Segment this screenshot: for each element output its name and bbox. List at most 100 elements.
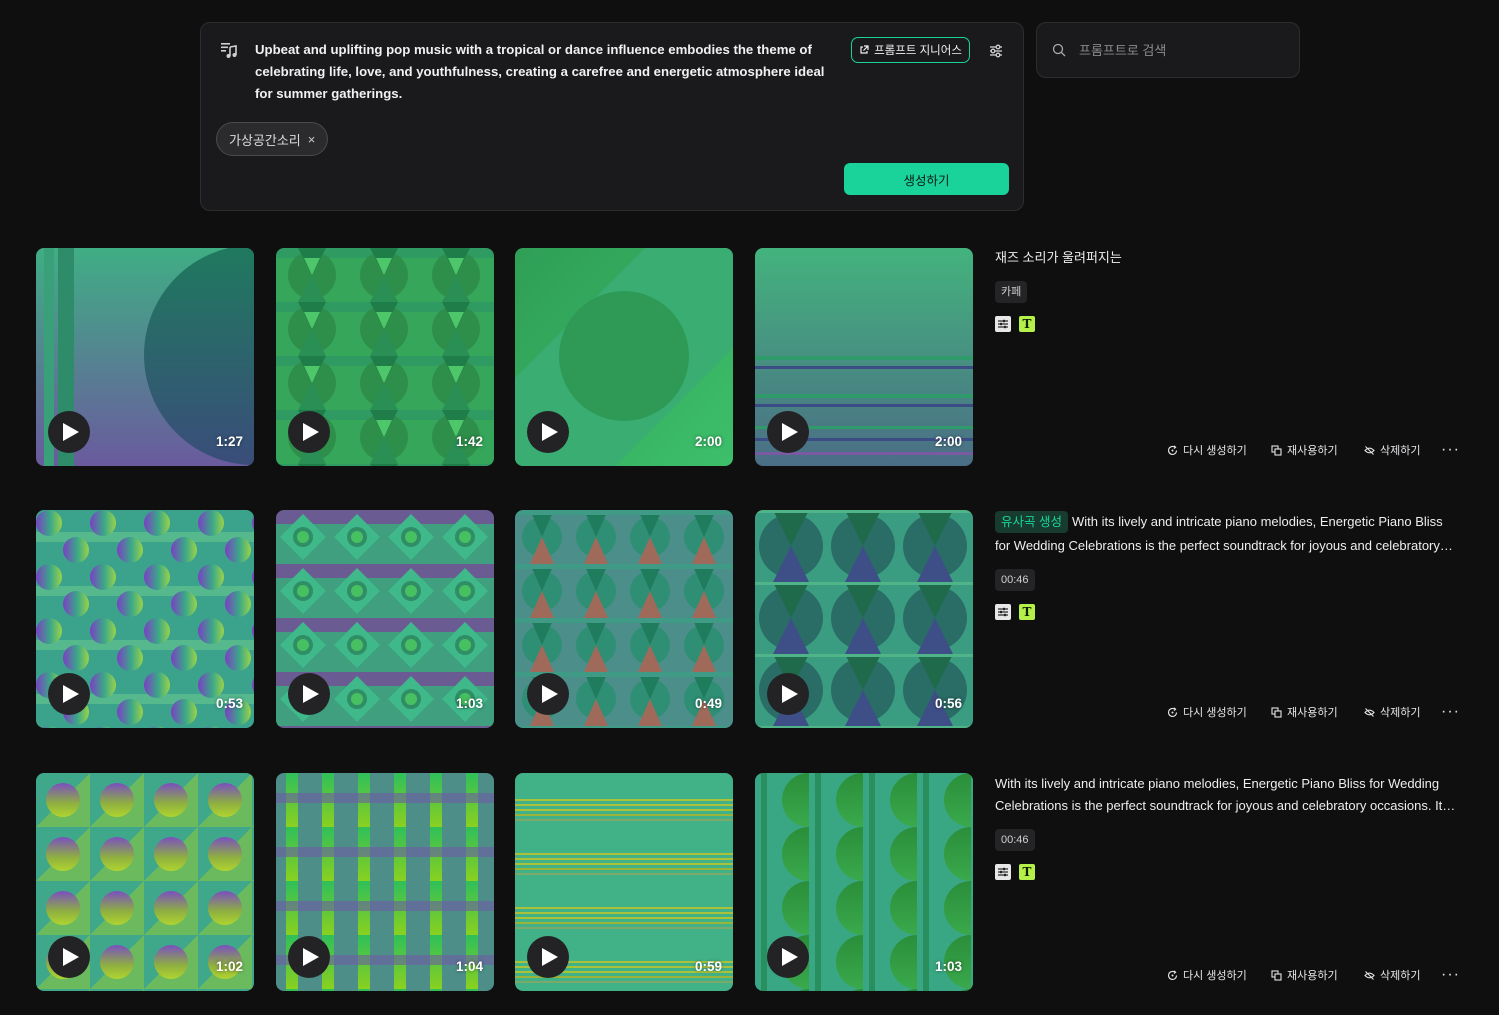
regenerate-label: 다시 생성하기	[1183, 445, 1247, 457]
play-button[interactable]	[48, 673, 90, 715]
track-card[interactable]: 1:02	[36, 773, 254, 991]
play-button[interactable]	[527, 411, 569, 453]
track-card[interactable]: 0:59	[515, 773, 733, 991]
genre-chip: 카페	[995, 281, 1028, 303]
hide-icon	[1364, 707, 1375, 717]
refresh-icon	[1167, 706, 1178, 717]
track-duration: 1:27	[215, 434, 243, 449]
reuse-button[interactable]: 재사용하기	[1271, 704, 1364, 720]
reuse-label: 재사용하기	[1287, 970, 1338, 982]
play-icon	[541, 423, 558, 441]
track-duration: 1:42	[455, 434, 483, 449]
search-icon	[1052, 43, 1066, 57]
regenerate-label: 다시 생성하기	[1183, 970, 1247, 982]
track-duration: 1:03	[934, 959, 962, 974]
mixer-icon[interactable]	[995, 864, 1011, 880]
play-icon	[62, 948, 79, 966]
track-card[interactable]: 1:04	[276, 773, 494, 991]
track-card[interactable]: 2:00	[515, 248, 733, 466]
track-card[interactable]: 1:27	[36, 248, 254, 466]
track-card[interactable]: 1:42	[276, 248, 494, 466]
delete-label: 삭제하기	[1380, 707, 1421, 719]
track-card[interactable]: 2:00	[755, 248, 973, 466]
text-prompt-icon[interactable]: T	[1019, 864, 1035, 880]
track-duration: 1:03	[455, 696, 483, 711]
text-prompt-icon[interactable]: T	[1019, 316, 1035, 332]
delete-label: 삭제하기	[1380, 445, 1421, 457]
more-options-icon[interactable]: ···	[1441, 966, 1460, 984]
more-options-icon[interactable]: ···	[1441, 441, 1460, 459]
description-text: With its lively and intricate piano melo…	[995, 776, 1449, 813]
prompt-search[interactable]	[1036, 22, 1300, 78]
play-button[interactable]	[48, 936, 90, 978]
more-options-icon[interactable]: ···	[1441, 703, 1460, 721]
regenerate-button[interactable]: 다시 생성하기	[1167, 967, 1271, 983]
regenerate-label: 다시 생성하기	[1183, 707, 1247, 719]
play-icon	[781, 685, 798, 703]
result-description: 유사곡 생성 With its lively and intricate pian…	[995, 510, 1461, 558]
result-info: With its lively and intricate piano melo…	[995, 773, 1465, 991]
play-button[interactable]	[527, 936, 569, 978]
mixer-icon[interactable]	[995, 316, 1011, 332]
track-card[interactable]: 0:56	[755, 510, 973, 728]
copy-icon	[1271, 706, 1282, 718]
delete-button[interactable]: 삭제하기	[1364, 442, 1441, 458]
track-card[interactable]: 0:53	[36, 510, 254, 728]
play-button[interactable]	[767, 411, 809, 453]
track-duration: 0:49	[694, 696, 722, 711]
result-actions: 다시 생성하기 재사용하기 삭제하기 ···	[1167, 703, 1460, 721]
external-link-icon	[860, 45, 869, 54]
delete-button[interactable]: 삭제하기	[1364, 704, 1441, 720]
result-info: 재즈 소리가 울려퍼지는 카페 T 다시 생성하기 재사용하기 삭제하기 ···	[995, 248, 1465, 466]
play-button[interactable]	[288, 673, 330, 715]
play-icon	[781, 948, 798, 966]
close-icon[interactable]: ×	[308, 132, 316, 147]
prompt-genius-button[interactable]: 프롬프트 지니어스	[851, 37, 970, 63]
length-chip: 00:46	[995, 829, 1035, 851]
prompt-genius-label: 프롬프트 지니어스	[874, 45, 962, 57]
regenerate-button[interactable]: 다시 생성하기	[1167, 442, 1271, 458]
reuse-button[interactable]: 재사용하기	[1271, 442, 1364, 458]
result-description: With its lively and intricate piano melo…	[995, 773, 1461, 817]
play-button[interactable]	[767, 936, 809, 978]
result-info: 유사곡 생성 With its lively and intricate pian…	[995, 510, 1465, 728]
delete-button[interactable]: 삭제하기	[1364, 967, 1441, 983]
text-prompt-icon[interactable]: T	[1019, 604, 1035, 620]
play-icon	[302, 685, 319, 703]
track-duration: 0:53	[215, 696, 243, 711]
mixer-icon[interactable]	[995, 604, 1011, 620]
track-duration: 0:59	[694, 959, 722, 974]
play-button[interactable]	[288, 936, 330, 978]
play-icon	[541, 948, 558, 966]
search-input[interactable]	[1077, 41, 1277, 59]
prompt-composer: Upbeat and uplifting pop music with a tr…	[200, 22, 1024, 211]
track-duration: 0:56	[934, 696, 962, 711]
result-title: 재즈 소리가 울려퍼지는	[995, 250, 1122, 265]
prompt-text[interactable]: Upbeat and uplifting pop music with a tr…	[255, 39, 835, 105]
settings-sliders-icon[interactable]	[987, 42, 1005, 60]
play-button[interactable]	[48, 411, 90, 453]
play-icon	[541, 685, 558, 703]
track-card[interactable]: 1:03	[276, 510, 494, 728]
play-icon	[302, 423, 319, 441]
track-card[interactable]: 1:03	[755, 773, 973, 991]
result-row-1: 1:27 1:42 2:00 2:00 재즈 소리가 울려퍼지는 카페 T 다시…	[0, 248, 1499, 466]
result-row-3: 1:02 1:04 0:59 1:03 With its lively and …	[0, 773, 1499, 991]
similar-song-badge: 유사곡 생성	[995, 511, 1068, 533]
track-duration: 1:02	[215, 959, 243, 974]
play-button[interactable]	[527, 673, 569, 715]
track-duration: 1:04	[455, 959, 483, 974]
generate-button[interactable]: 생성하기	[844, 163, 1009, 195]
reuse-button[interactable]: 재사용하기	[1271, 967, 1364, 983]
play-icon	[781, 423, 798, 441]
result-actions: 다시 생성하기 재사용하기 삭제하기 ···	[1167, 966, 1460, 984]
play-button[interactable]	[767, 673, 809, 715]
hide-icon	[1364, 445, 1375, 455]
result-row-2: 0:53 1:03 0:49 0:56 유사곡 생성 With its livel…	[0, 510, 1499, 728]
length-chip: 00:46	[995, 569, 1035, 591]
track-card[interactable]: 0:49	[515, 510, 733, 728]
track-duration: 2:00	[694, 434, 722, 449]
play-icon	[62, 423, 79, 441]
regenerate-button[interactable]: 다시 생성하기	[1167, 704, 1271, 720]
play-button[interactable]	[288, 411, 330, 453]
